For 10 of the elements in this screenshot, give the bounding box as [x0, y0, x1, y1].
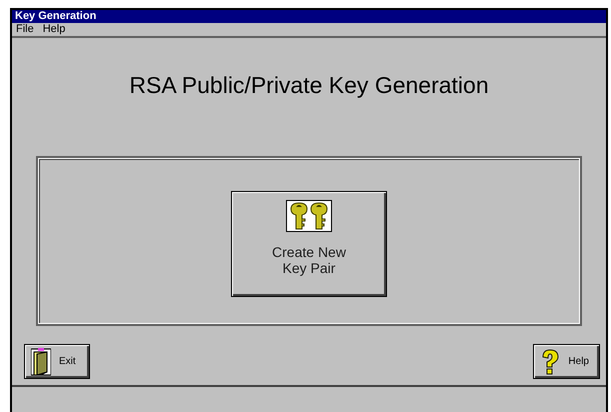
help-button[interactable]: Help [533, 344, 600, 379]
question-mark-icon [540, 348, 560, 376]
create-key-pair-button[interactable]: Create New Key Pair [231, 191, 387, 297]
menu-item[interactable]: Help [42, 24, 66, 35]
menu-item[interactable]: File [16, 24, 34, 35]
door-icon [31, 348, 51, 376]
window-title: Key Generation [12, 10, 606, 23]
exit-button[interactable]: Exit [24, 344, 90, 379]
page-heading: RSA Public/Private Key Generation [128, 72, 490, 100]
keys-icon [286, 200, 332, 232]
